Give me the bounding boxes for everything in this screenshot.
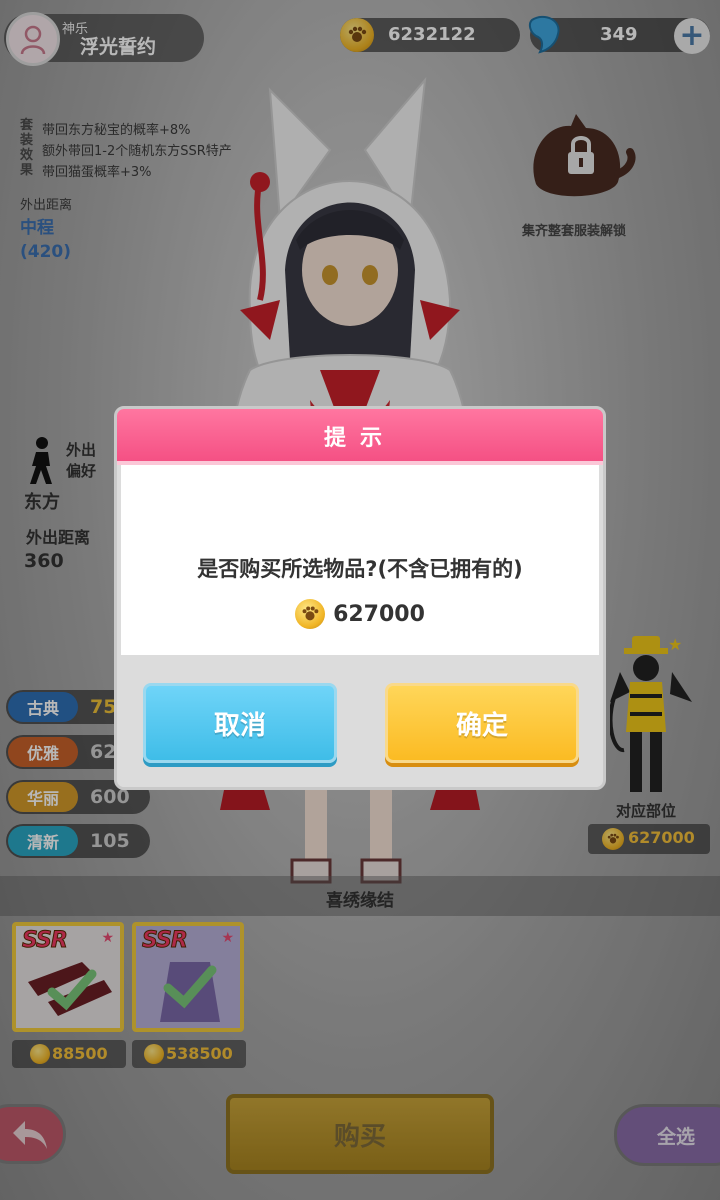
dialog-price-row: 627000 (121, 599, 599, 629)
paw-coin-icon (295, 599, 326, 629)
confirm-button[interactable]: 确定 (385, 683, 579, 763)
dialog-body: 是否购买所选物品?(不含已拥有的) 627000 (121, 465, 599, 655)
dialog-actions: 取消 确定 (117, 657, 603, 787)
cancel-button[interactable]: 取消 (143, 683, 337, 763)
confirm-label: 确定 (455, 710, 508, 741)
dialog-price: 627000 (333, 601, 425, 627)
dialog-message: 是否购买所选物品?(不含已拥有的) (197, 557, 523, 581)
dialog-title: 提示 (117, 409, 603, 465)
cancel-label: 取消 (213, 710, 266, 741)
purchase-confirm-dialog: 提示 是否购买所选物品?(不含已拥有的) 627000 取消 确定 (114, 406, 606, 790)
